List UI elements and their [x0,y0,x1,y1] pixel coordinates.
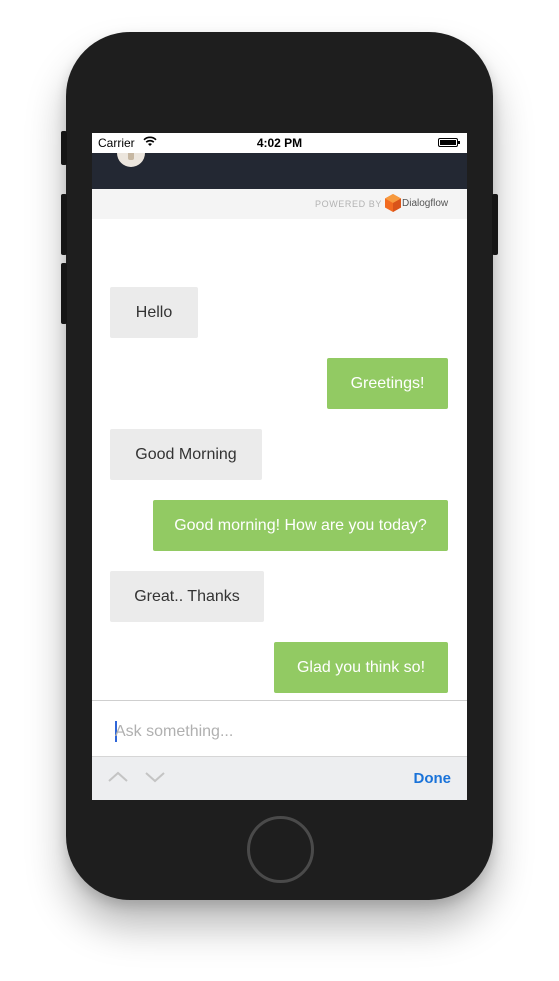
done-button[interactable]: Done [414,770,452,787]
status-bar: Carrier 4:02 PM [92,133,467,153]
phone-screen: Carrier 4:02 PM POWERED BY Dialogflow He… [92,133,467,800]
dialogflow-logo-icon [385,194,401,212]
message-bubble-user: Good Morning [110,429,262,480]
message-input-bar[interactable]: Ask something... [92,700,467,756]
volume-down-button [61,263,67,324]
message-input[interactable]: Ask something... [115,723,233,741]
powered-by-bar: POWERED BY Dialogflow [92,189,467,219]
keyboard-toolbar: Done [92,756,467,800]
bot-avatar-icon [117,153,145,167]
battery-icon [438,138,460,147]
message-bubble-bot: Good morning! How are you today? [153,500,448,551]
home-button[interactable] [247,816,314,883]
chat-header [92,153,467,189]
power-button [492,194,498,255]
chevron-down-icon[interactable] [144,769,166,785]
chat-messages: Hello Greetings! Good Morning Good morni… [92,219,467,700]
message-bubble-user: Hello [110,287,198,338]
clock: 4:02 PM [256,136,303,150]
powered-by-label: POWERED BY [315,199,383,209]
message-bubble-user: Great.. Thanks [110,571,264,622]
dialogflow-name: Dialogflow [402,198,449,209]
message-bubble-bot: Greetings! [327,358,448,409]
chevron-up-icon[interactable] [107,769,129,785]
mute-switch [61,131,67,165]
volume-up-button [61,194,67,255]
message-bubble-bot: Glad you think so! [274,642,448,693]
